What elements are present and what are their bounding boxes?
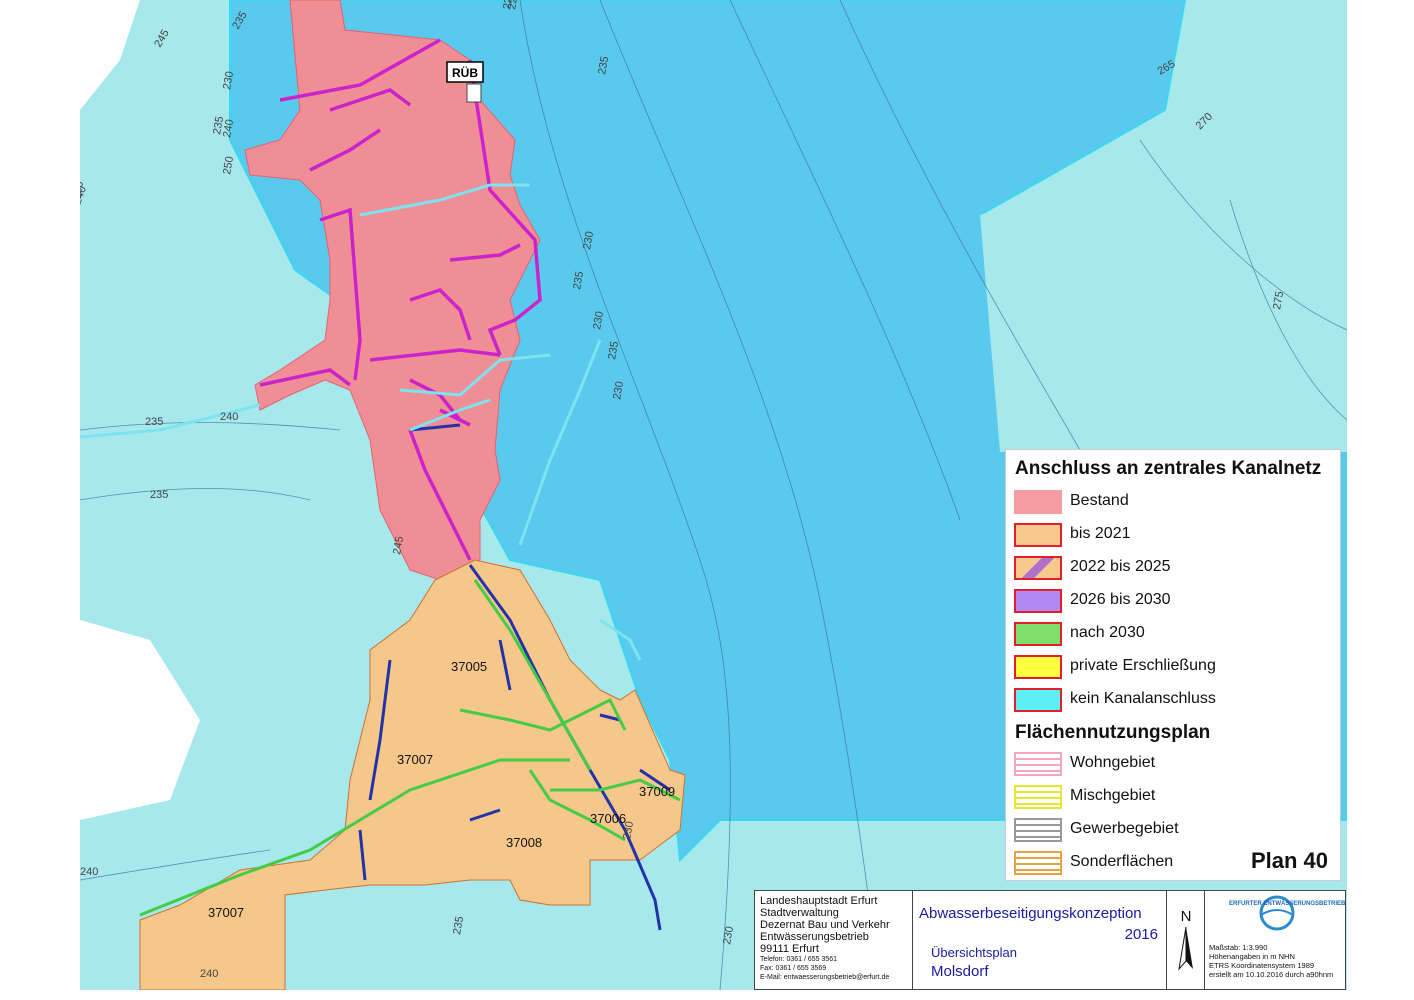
zone-label: 37007 bbox=[397, 752, 433, 767]
meta-created: erstellt am 10.10.2016 durch a90hnm bbox=[1209, 970, 1334, 979]
org-line-2: Stadtverwaltung bbox=[760, 907, 839, 919]
legend-label: 2022 bis 2025 bbox=[1070, 558, 1171, 575]
org-email: E-Mail: entwaesserungsbetrieb@erfurt.de bbox=[760, 974, 890, 981]
legend-swatch bbox=[1014, 490, 1062, 514]
contour-label: 240 bbox=[200, 968, 218, 980]
meta-coords: ETRS Koordinatensystem 1989 bbox=[1209, 961, 1315, 970]
logo-cell: ERFURTER ENTWÄSSERUNGSBETRIEB Maßstab: 1… bbox=[1205, 891, 1347, 989]
zone-label: 37009 bbox=[639, 784, 675, 799]
legend-item: 2026 bis 2030 bbox=[1014, 589, 1334, 613]
legend-swatch bbox=[1014, 622, 1062, 646]
contour-label: 240 bbox=[80, 866, 98, 878]
north-label: N bbox=[1181, 908, 1192, 925]
legend-label: Mischgebiet bbox=[1070, 787, 1156, 804]
zone-label: 37008 bbox=[506, 835, 542, 850]
legend: Anschluss an zentrales Kanalnetz Bestand… bbox=[1005, 449, 1341, 881]
legend-label: Gewerbegebiet bbox=[1070, 820, 1179, 837]
legend-label: nach 2030 bbox=[1070, 624, 1145, 641]
legend-swatch bbox=[1014, 818, 1062, 842]
legend-item: Bestand bbox=[1014, 490, 1334, 514]
legend-title-connection: Anschluss an zentrales Kanalnetz bbox=[1015, 458, 1322, 479]
legend-title-land-use: Flächennutzungsplan bbox=[1015, 722, 1211, 743]
rub-structure bbox=[466, 83, 482, 103]
org-fax: Fax: 0361 / 655 3569 bbox=[760, 965, 827, 972]
org-line-5: 99111 Erfurt bbox=[760, 943, 819, 955]
legend-item: kein Kanalanschluss bbox=[1014, 688, 1334, 712]
legend-swatch bbox=[1014, 752, 1062, 776]
legend-label: private Erschließung bbox=[1070, 657, 1216, 674]
org-line-3: Dezernat Bau und Verkehr bbox=[760, 919, 890, 931]
plan-type: Übersichtsplan bbox=[931, 945, 1017, 960]
title-block-org: Landeshauptstadt Erfurt Stadtverwaltung … bbox=[755, 891, 913, 989]
zone-label: 37007 bbox=[208, 905, 244, 920]
legend-label: Sonderflächen bbox=[1070, 853, 1174, 870]
legend-swatch bbox=[1014, 851, 1062, 875]
meta-scale: Maßstab: 1:3.990 bbox=[1209, 943, 1268, 952]
north-arrow-cell: N bbox=[1167, 891, 1205, 989]
plan-label: Plan 40 bbox=[1250, 848, 1328, 873]
legend-item: bis 2021 bbox=[1014, 523, 1334, 547]
legend-item: 2022 bis 2025 bbox=[1014, 556, 1334, 580]
meta-info: Maßstab: 1:3.990 Höhenangaben in m NHN E… bbox=[1209, 943, 1333, 979]
legend-item: Gewerbegebiet bbox=[1014, 818, 1334, 842]
legend-swatch bbox=[1014, 589, 1062, 613]
legend-item: Wohngebiet bbox=[1014, 752, 1334, 776]
legend-item: nach 2030 bbox=[1014, 622, 1334, 646]
logo-icon bbox=[1259, 895, 1295, 931]
legend-swatch bbox=[1014, 688, 1062, 712]
title-block: Landeshauptstadt Erfurt Stadtverwaltung … bbox=[754, 890, 1346, 990]
zone-label: 37006 bbox=[590, 811, 626, 826]
north-arrow-icon: N bbox=[1178, 908, 1193, 971]
legend-swatch bbox=[1014, 655, 1062, 679]
rub-marker-label: RÜB bbox=[452, 65, 478, 80]
title-block-project: Abwasserbeseitigungskonzeption 2016 Über… bbox=[913, 891, 1167, 989]
legend-item: private Erschließung bbox=[1014, 655, 1334, 679]
legend-label: bis 2021 bbox=[1070, 525, 1131, 542]
zone-label: 37005 bbox=[451, 659, 487, 674]
contour-label: 235 bbox=[150, 489, 168, 501]
contour-label: 235 bbox=[145, 416, 163, 428]
locality: Molsdorf bbox=[931, 963, 989, 980]
legend-swatch bbox=[1014, 556, 1062, 580]
project-year: 2016 bbox=[1124, 926, 1158, 943]
legend-swatch bbox=[1014, 523, 1062, 547]
contour-label: 240 bbox=[220, 411, 238, 423]
logo-text: ERFURTER ENTWÄSSERUNGSBETRIEB bbox=[1229, 901, 1346, 907]
legend-swatch bbox=[1014, 785, 1062, 809]
legend-label: 2026 bis 2030 bbox=[1070, 591, 1171, 608]
legend-item: Mischgebiet bbox=[1014, 785, 1334, 809]
legend-label: kein Kanalanschluss bbox=[1070, 690, 1216, 707]
legend-label: Bestand bbox=[1070, 492, 1129, 509]
legend-label: Wohngebiet bbox=[1070, 754, 1156, 771]
meta-height: Höhenangaben in m NHN bbox=[1209, 952, 1295, 961]
project-title: Abwasserbeseitigungskonzeption bbox=[919, 905, 1142, 922]
org-phone: Telefon: 0361 / 655 3561 bbox=[760, 956, 838, 963]
org-line-4: Entwässerungsbetrieb bbox=[760, 931, 869, 943]
org-line-1: Landeshauptstadt Erfurt bbox=[760, 895, 878, 907]
